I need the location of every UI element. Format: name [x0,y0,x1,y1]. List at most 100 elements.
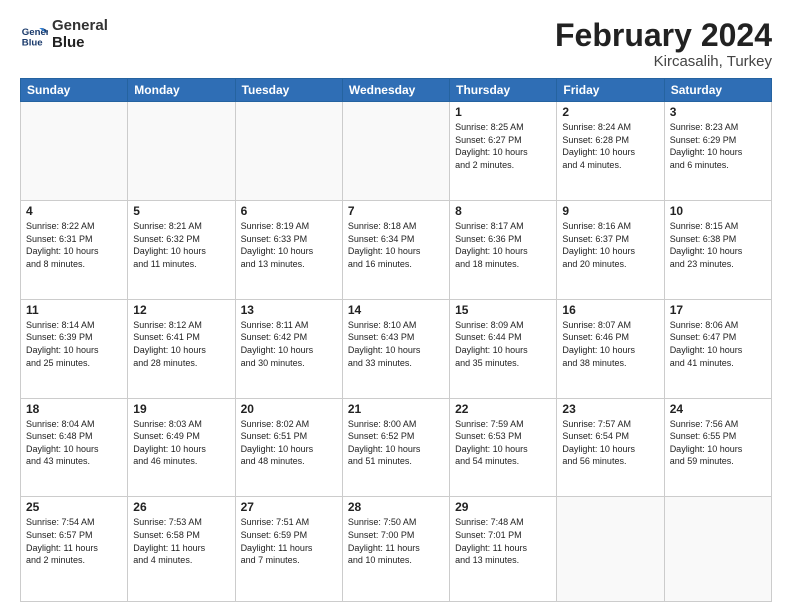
day-detail: Sunrise: 8:00 AM Sunset: 6:52 PM Dayligh… [348,418,444,468]
main-title: February 2024 [555,18,772,53]
calendar-header: SundayMondayTuesdayWednesdayThursdayFrid… [21,79,772,102]
calendar-cell: 22 Sunrise: 7:59 AM Sunset: 6:53 PM Dayli… [450,398,557,497]
day-detail: Sunrise: 8:23 AM Sunset: 6:29 PM Dayligh… [670,121,766,171]
day-detail: Sunrise: 7:56 AM Sunset: 6:55 PM Dayligh… [670,418,766,468]
weekday-header-cell: Saturday [664,79,771,102]
day-number: 27 [241,500,337,514]
day-detail: Sunrise: 7:53 AM Sunset: 6:58 PM Dayligh… [133,516,229,566]
day-detail: Sunrise: 7:54 AM Sunset: 6:57 PM Dayligh… [26,516,122,566]
calendar-cell: 29 Sunrise: 7:48 AM Sunset: 7:01 PM Dayli… [450,497,557,602]
calendar-cell: 25Sunrise: 7:54 AM Sunset: 6:57 PM Dayli… [21,497,128,602]
calendar-cell: 12 Sunrise: 8:12 AM Sunset: 6:41 PM Dayli… [128,299,235,398]
day-detail: Sunrise: 8:02 AM Sunset: 6:51 PM Dayligh… [241,418,337,468]
day-number: 18 [26,402,122,416]
calendar-body: 1Sunrise: 8:25 AM Sunset: 6:27 PM Daylig… [21,102,772,602]
day-detail: Sunrise: 7:51 AM Sunset: 6:59 PM Dayligh… [241,516,337,566]
calendar-cell [557,497,664,602]
subtitle: Kircasalih, Turkey [555,53,772,70]
day-detail: Sunrise: 7:50 AM Sunset: 7:00 PM Dayligh… [348,516,444,566]
day-number: 11 [26,303,122,317]
day-detail: Sunrise: 8:11 AM Sunset: 6:42 PM Dayligh… [241,319,337,369]
logo-text: General Blue [52,18,108,51]
day-number: 22 [455,402,551,416]
weekday-header-cell: Wednesday [342,79,449,102]
svg-text:General: General [22,27,48,38]
calendar-week-row: 11 Sunrise: 8:14 AM Sunset: 6:39 PM Dayli… [21,299,772,398]
calendar-cell: 5Sunrise: 8:21 AM Sunset: 6:32 PM Daylig… [128,200,235,299]
day-detail: Sunrise: 8:25 AM Sunset: 6:27 PM Dayligh… [455,121,551,171]
calendar-cell: 21 Sunrise: 8:00 AM Sunset: 6:52 PM Dayli… [342,398,449,497]
calendar-cell [342,102,449,201]
calendar-cell: 11 Sunrise: 8:14 AM Sunset: 6:39 PM Dayli… [21,299,128,398]
calendar-cell: 28Sunrise: 7:50 AM Sunset: 7:00 PM Dayli… [342,497,449,602]
day-detail: Sunrise: 8:10 AM Sunset: 6:43 PM Dayligh… [348,319,444,369]
day-detail: Sunrise: 8:22 AM Sunset: 6:31 PM Dayligh… [26,220,122,270]
calendar-week-row: 4Sunrise: 8:22 AM Sunset: 6:31 PM Daylig… [21,200,772,299]
day-number: 20 [241,402,337,416]
calendar-cell [128,102,235,201]
calendar-cell: 6 Sunrise: 8:19 AM Sunset: 6:33 PM Daylig… [235,200,342,299]
day-number: 7 [348,204,444,218]
day-number: 6 [241,204,337,218]
day-number: 9 [562,204,658,218]
calendar-cell [235,102,342,201]
day-detail: Sunrise: 8:04 AM Sunset: 6:48 PM Dayligh… [26,418,122,468]
day-number: 29 [455,500,551,514]
calendar-cell: 13Sunrise: 8:11 AM Sunset: 6:42 PM Dayli… [235,299,342,398]
day-number: 2 [562,105,658,119]
calendar-cell: 8 Sunrise: 8:17 AM Sunset: 6:36 PM Daylig… [450,200,557,299]
day-number: 19 [133,402,229,416]
day-detail: Sunrise: 8:07 AM Sunset: 6:46 PM Dayligh… [562,319,658,369]
day-detail: Sunrise: 8:09 AM Sunset: 6:44 PM Dayligh… [455,319,551,369]
day-detail: Sunrise: 8:16 AM Sunset: 6:37 PM Dayligh… [562,220,658,270]
calendar-week-row: 25Sunrise: 7:54 AM Sunset: 6:57 PM Dayli… [21,497,772,602]
day-number: 15 [455,303,551,317]
calendar-cell: 24Sunrise: 7:56 AM Sunset: 6:55 PM Dayli… [664,398,771,497]
calendar-cell: 15 Sunrise: 8:09 AM Sunset: 6:44 PM Dayli… [450,299,557,398]
weekday-header-cell: Thursday [450,79,557,102]
day-number: 10 [670,204,766,218]
day-number: 5 [133,204,229,218]
calendar-cell: 7Sunrise: 8:18 AM Sunset: 6:34 PM Daylig… [342,200,449,299]
day-detail: Sunrise: 8:12 AM Sunset: 6:41 PM Dayligh… [133,319,229,369]
day-detail: Sunrise: 8:15 AM Sunset: 6:38 PM Dayligh… [670,220,766,270]
calendar-cell: 9 Sunrise: 8:16 AM Sunset: 6:37 PM Daylig… [557,200,664,299]
calendar-cell: 27 Sunrise: 7:51 AM Sunset: 6:59 PM Dayli… [235,497,342,602]
day-detail: Sunrise: 8:06 AM Sunset: 6:47 PM Dayligh… [670,319,766,369]
calendar-cell: 4Sunrise: 8:22 AM Sunset: 6:31 PM Daylig… [21,200,128,299]
day-number: 12 [133,303,229,317]
day-detail: Sunrise: 7:59 AM Sunset: 6:53 PM Dayligh… [455,418,551,468]
day-number: 14 [348,303,444,317]
logo-line1: General [52,18,108,35]
calendar-cell: 19 Sunrise: 8:03 AM Sunset: 6:49 PM Dayli… [128,398,235,497]
day-number: 17 [670,303,766,317]
calendar-cell: 16Sunrise: 8:07 AM Sunset: 6:46 PM Dayli… [557,299,664,398]
calendar-cell: 10 Sunrise: 8:15 AM Sunset: 6:38 PM Dayli… [664,200,771,299]
calendar-cell [664,497,771,602]
weekday-header-cell: Friday [557,79,664,102]
day-number: 8 [455,204,551,218]
day-number: 26 [133,500,229,514]
day-detail: Sunrise: 8:14 AM Sunset: 6:39 PM Dayligh… [26,319,122,369]
day-number: 21 [348,402,444,416]
day-detail: Sunrise: 8:24 AM Sunset: 6:28 PM Dayligh… [562,121,658,171]
calendar-cell: 20 Sunrise: 8:02 AM Sunset: 6:51 PM Dayli… [235,398,342,497]
page: General Blue General Blue February 2024 … [0,0,792,612]
calendar-cell: 1Sunrise: 8:25 AM Sunset: 6:27 PM Daylig… [450,102,557,201]
calendar-cell: 3Sunrise: 8:23 AM Sunset: 6:29 PM Daylig… [664,102,771,201]
calendar-cell: 18 Sunrise: 8:04 AM Sunset: 6:48 PM Dayli… [21,398,128,497]
day-detail: Sunrise: 8:03 AM Sunset: 6:49 PM Dayligh… [133,418,229,468]
calendar-cell: 26 Sunrise: 7:53 AM Sunset: 6:58 PM Dayli… [128,497,235,602]
day-number: 23 [562,402,658,416]
day-detail: Sunrise: 7:57 AM Sunset: 6:54 PM Dayligh… [562,418,658,468]
day-detail: Sunrise: 8:17 AM Sunset: 6:36 PM Dayligh… [455,220,551,270]
day-detail: Sunrise: 8:19 AM Sunset: 6:33 PM Dayligh… [241,220,337,270]
weekday-header-row: SundayMondayTuesdayWednesdayThursdayFrid… [21,79,772,102]
logo-icon: General Blue [20,21,48,49]
calendar-week-row: 18 Sunrise: 8:04 AM Sunset: 6:48 PM Dayli… [21,398,772,497]
title-block: February 2024 Kircasalih, Turkey [555,18,772,70]
calendar-cell: 23 Sunrise: 7:57 AM Sunset: 6:54 PM Dayli… [557,398,664,497]
weekday-header-cell: Tuesday [235,79,342,102]
day-detail: Sunrise: 7:48 AM Sunset: 7:01 PM Dayligh… [455,516,551,566]
svg-text:Blue: Blue [22,37,43,48]
